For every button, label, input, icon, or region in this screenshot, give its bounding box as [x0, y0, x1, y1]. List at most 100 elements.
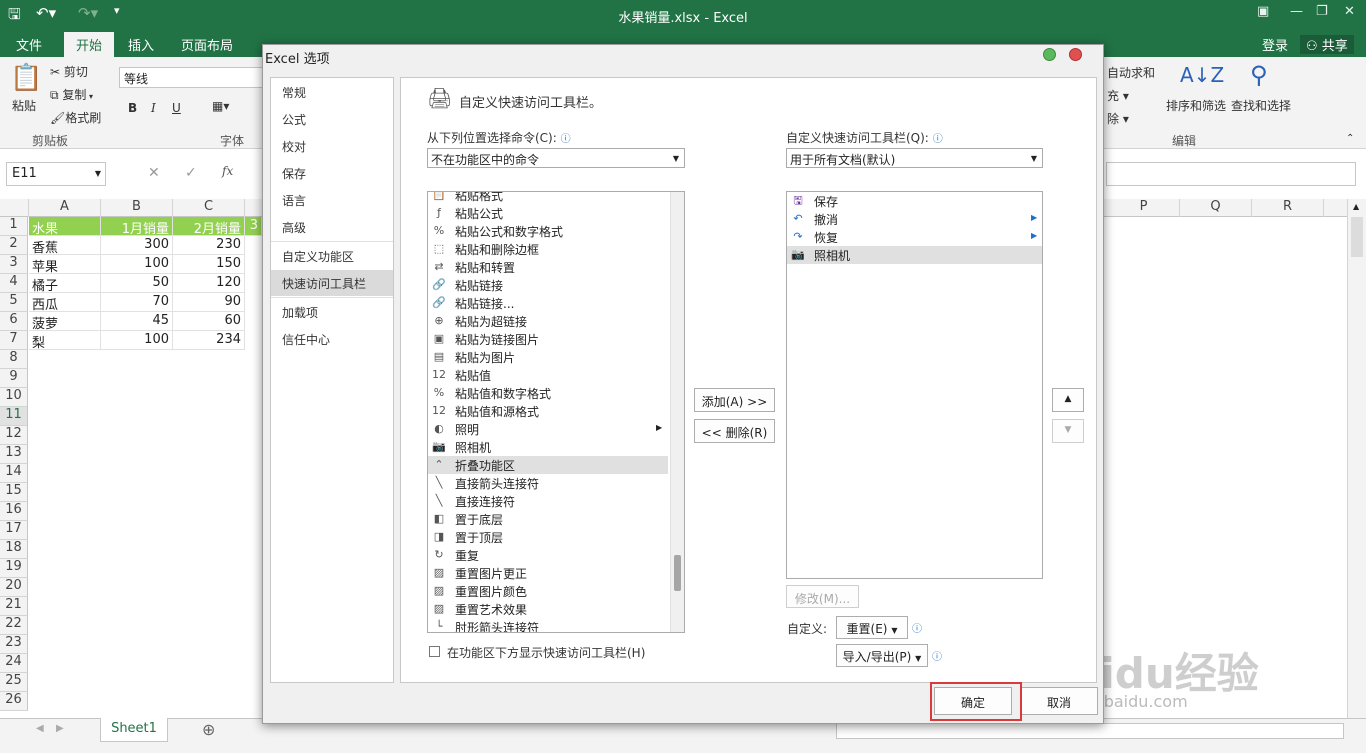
- row-header[interactable]: 7: [0, 331, 28, 350]
- sheet-tab-sheet1[interactable]: Sheet1: [100, 718, 168, 742]
- table-cell[interactable]: 50: [101, 274, 173, 293]
- table-cell[interactable]: 菠萝: [29, 312, 101, 331]
- commands-list[interactable]: 📋 粘贴格式 ƒ 粘贴公式% 粘贴公式和数字格式 ⬚ 粘贴和删除边框 ⇄ 粘贴和转置 🔗 粘贴链接 🔗…: [427, 191, 685, 633]
- nav-item-language[interactable]: 语言: [271, 187, 393, 213]
- command-list-item[interactable]: ƒ 粘贴公式: [428, 204, 668, 222]
- row-header[interactable]: 6: [0, 312, 28, 331]
- tab-home[interactable]: 开始: [64, 32, 115, 57]
- paste-icon[interactable]: 📋: [10, 63, 44, 97]
- table-header-cell[interactable]: 2月销量: [173, 217, 245, 236]
- clear-button[interactable]: 除 ▾: [1107, 110, 1129, 127]
- scroll-up-icon[interactable]: ▲: [1353, 202, 1359, 211]
- add-sheet-icon[interactable]: ⊕: [202, 720, 215, 739]
- scroll-thumb[interactable]: [674, 555, 681, 591]
- row-header[interactable]: 3: [0, 255, 28, 274]
- row-header[interactable]: 22: [0, 616, 28, 635]
- table-cell[interactable]: 300: [101, 236, 173, 255]
- command-list-item[interactable]: ◐ 照明 ▶: [428, 420, 668, 438]
- name-box[interactable]: E11 ▼: [6, 162, 106, 186]
- move-down-button[interactable]: ▼: [1052, 419, 1084, 443]
- login-link[interactable]: 登录: [1262, 35, 1288, 54]
- row-header[interactable]: 19: [0, 559, 28, 578]
- choose-commands-dropdown[interactable]: 不在功能区中的命令 ▼: [427, 148, 685, 168]
- nav-item-addins[interactable]: 加载项: [271, 299, 393, 325]
- bold-button[interactable]: B: [128, 101, 137, 115]
- formula-input[interactable]: [1106, 162, 1356, 186]
- minimize-icon[interactable]: —: [1290, 4, 1303, 19]
- nav-item-save[interactable]: 保存: [271, 160, 393, 186]
- command-list-item[interactable]: ⬚ 粘贴和删除边框: [428, 240, 668, 258]
- command-list-item[interactable]: 📷 照相机: [428, 438, 668, 456]
- row-header[interactable]: 15: [0, 483, 28, 502]
- sort-filter-button[interactable]: 排序和筛选: [1166, 97, 1226, 114]
- qat-list-item[interactable]: ↷ 恢复 ▶: [787, 228, 1042, 246]
- close-icon[interactable]: [1069, 48, 1082, 61]
- row-header[interactable]: 24: [0, 654, 28, 673]
- command-list-item[interactable]: ▨ 重置图片颜色: [428, 582, 668, 600]
- table-cell[interactable]: 100: [101, 255, 173, 274]
- cancel-entry-icon[interactable]: ✕: [148, 165, 160, 181]
- row-header[interactable]: 11: [0, 407, 28, 426]
- show-below-checkbox[interactable]: [429, 646, 440, 657]
- command-list-item[interactable]: ╲ 直接连接符: [428, 492, 668, 510]
- command-list-item[interactable]: % 粘贴值和数字格式: [428, 384, 668, 402]
- search-icon[interactable]: ⚲: [1250, 61, 1268, 89]
- underline-button[interactable]: U: [172, 101, 181, 115]
- format-painter-button[interactable]: 🖌格式刷: [50, 109, 101, 126]
- nav-item-customize-ribbon[interactable]: 自定义功能区: [271, 243, 393, 269]
- table-cell[interactable]: 西瓜: [29, 293, 101, 312]
- confirm-entry-icon[interactable]: ✓: [185, 165, 197, 181]
- row-header[interactable]: 14: [0, 464, 28, 483]
- font-name-combo[interactable]: 等线: [119, 67, 269, 88]
- command-list-item[interactable]: 🔗 粘贴链接: [428, 276, 668, 294]
- customize-qat-dropdown[interactable]: 用于所有文档(默认) ▼: [786, 148, 1043, 168]
- command-list-item[interactable]: 🔗 粘贴链接...: [428, 294, 668, 312]
- row-header[interactable]: 17: [0, 521, 28, 540]
- select-all-corner[interactable]: [0, 199, 29, 217]
- column-header[interactable]: R: [1252, 199, 1324, 217]
- find-select-button[interactable]: 查找和选择: [1231, 97, 1291, 114]
- table-cell[interactable]: 45: [101, 312, 173, 331]
- command-list-item[interactable]: ▨ 重置图片更正: [428, 564, 668, 582]
- reset-dropdown[interactable]: 重置(E) ▼: [836, 616, 908, 639]
- cancel-button[interactable]: 取消: [1020, 687, 1098, 715]
- copy-button[interactable]: ⧉ 复制 ▾: [50, 86, 93, 103]
- help-icon[interactable]: [1043, 48, 1056, 61]
- qat-items-list[interactable]: 🖫 保存 ↶ 撤消 ▶ ↷ 恢复 ▶ 📷 照相机: [786, 191, 1043, 579]
- row-header[interactable]: 12: [0, 426, 28, 445]
- row-header[interactable]: 25: [0, 673, 28, 692]
- table-cell[interactable]: 234: [173, 331, 245, 350]
- column-header[interactable]: Q: [1180, 199, 1252, 217]
- table-cell[interactable]: 100: [101, 331, 173, 350]
- command-list-item[interactable]: ◧ 置于底层: [428, 510, 668, 528]
- ribbon-collapse-icon[interactable]: ⌃: [1346, 133, 1354, 144]
- autosum-button[interactable]: 自动求和: [1107, 64, 1155, 81]
- vertical-scrollbar[interactable]: ▲: [1347, 199, 1366, 719]
- row-header[interactable]: 4: [0, 274, 28, 293]
- row-header[interactable]: 18: [0, 540, 28, 559]
- horizontal-scrollbar[interactable]: [836, 723, 1344, 739]
- command-list-item[interactable]: ⇄ 粘贴和转置: [428, 258, 668, 276]
- table-cell[interactable]: 230: [173, 236, 245, 255]
- ribbon-display-icon[interactable]: ▣: [1257, 4, 1269, 19]
- command-list-item[interactable]: ▨ 重置艺术效果: [428, 600, 668, 618]
- commands-scrollbar[interactable]: [670, 192, 684, 632]
- table-cell[interactable]: 150: [173, 255, 245, 274]
- share-button[interactable]: ⚇ 共享: [1300, 35, 1354, 54]
- table-cell[interactable]: 120: [173, 274, 245, 293]
- qat-list-item[interactable]: ↶ 撤消 ▶: [787, 210, 1042, 228]
- command-list-item[interactable]: ╲ 直接箭头连接符: [428, 474, 668, 492]
- command-list-item[interactable]: ↻ 重复: [428, 546, 668, 564]
- column-header[interactable]: B: [101, 199, 173, 217]
- sheet-next-icon[interactable]: ▶: [56, 723, 64, 734]
- nav-item-quick-access-toolbar[interactable]: 快速访问工具栏: [271, 270, 393, 296]
- maximize-icon[interactable]: ❐: [1316, 4, 1328, 19]
- command-list-item[interactable]: ⌃ 折叠功能区: [428, 456, 668, 474]
- scroll-thumb[interactable]: [1351, 217, 1363, 257]
- close-icon[interactable]: ✕: [1344, 4, 1355, 19]
- command-list-item[interactable]: % 粘贴公式和数字格式: [428, 222, 668, 240]
- command-list-item[interactable]: ⊕ 粘贴为超链接: [428, 312, 668, 330]
- nav-item-advanced[interactable]: 高级: [271, 214, 393, 240]
- table-header-cell[interactable]: 水果: [29, 217, 101, 236]
- nav-item-proofing[interactable]: 校对: [271, 133, 393, 159]
